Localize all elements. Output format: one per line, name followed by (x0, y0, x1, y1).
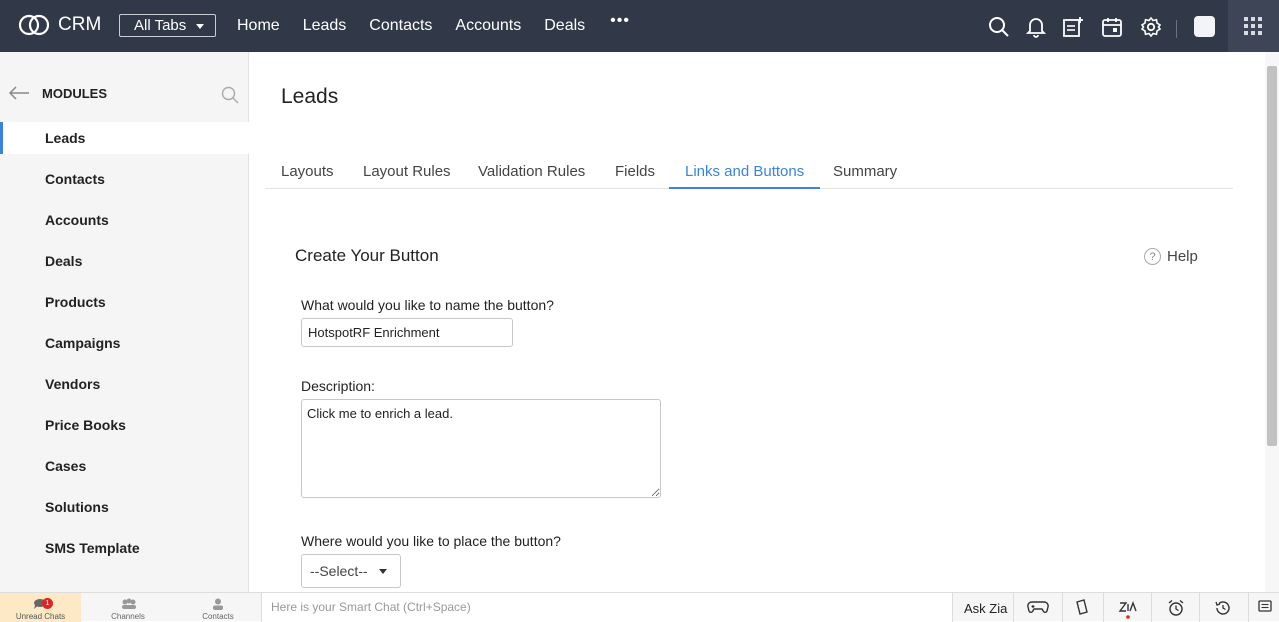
sidebar-header: MODULES (0, 78, 249, 108)
notes-icon[interactable] (1075, 599, 1089, 615)
module-tabs: Layouts Layout Rules Validation Rules Fi… (265, 155, 1233, 189)
sidebar-item-accounts[interactable]: Accounts (0, 204, 249, 236)
topbar-divider (1176, 20, 1177, 38)
page-title: Leads (281, 85, 339, 108)
sidebar-item-deals[interactable]: Deals (0, 245, 249, 277)
history-icon[interactable] (1214, 599, 1232, 617)
chevron-down-icon (196, 24, 205, 29)
tab-layouts[interactable]: Layouts (281, 163, 334, 189)
calendar-icon[interactable] (1101, 16, 1123, 38)
contact-person-icon (213, 598, 223, 610)
tab-layout-rules[interactable]: Layout Rules (363, 163, 451, 189)
nav-leads[interactable]: Leads (303, 17, 347, 35)
feedback-icon[interactable] (1258, 599, 1272, 613)
sidebar-item-vendors[interactable]: Vendors (0, 368, 249, 400)
top-navigation-bar: CRM All Tabs Home Leads Contacts Account… (0, 0, 1279, 52)
crm-logo[interactable]: CRM (18, 12, 101, 38)
nav-accounts[interactable]: Accounts (455, 17, 521, 35)
contacts-button[interactable]: Contacts (175, 593, 261, 622)
bottom-separator (1103, 593, 1104, 622)
apps-grid-button[interactable] (1228, 0, 1279, 52)
channels-icon (122, 598, 136, 609)
settings-gear-icon[interactable] (1140, 16, 1162, 38)
channels-button[interactable]: Channels (81, 593, 175, 622)
question-mark-icon: ? (1144, 248, 1161, 265)
button-name-input[interactable] (301, 318, 513, 347)
chevron-down-icon (379, 569, 387, 574)
back-arrow-icon[interactable] (8, 86, 30, 100)
game-controller-icon[interactable] (1027, 599, 1049, 615)
help-label: Help (1167, 248, 1198, 265)
more-tabs-button[interactable]: ••• (610, 13, 630, 35)
search-icon[interactable] (988, 16, 1010, 38)
notification-bell-icon[interactable] (1026, 16, 1046, 38)
sidebar-title: MODULES (42, 86, 107, 101)
placement-select[interactable]: --Select-- (301, 554, 401, 588)
bottom-separator (1199, 593, 1200, 622)
user-avatar[interactable] (1194, 16, 1215, 37)
nav-contacts[interactable]: Contacts (369, 17, 432, 35)
description-textarea[interactable]: Click me to enrich a lead. (301, 399, 661, 498)
vertical-scrollbar[interactable] (1265, 52, 1279, 592)
sidebar-item-leads[interactable]: Leads (0, 122, 249, 154)
channels-label: Channels (111, 612, 145, 621)
placement-selected-value: --Select-- (310, 563, 368, 579)
section-title: Create Your Button (295, 246, 439, 265)
sidebar-item-campaigns[interactable]: Campaigns (0, 327, 249, 359)
placement-label: Where would you like to place the button… (301, 533, 561, 549)
sidebar-item-solutions[interactable]: Solutions (0, 491, 249, 523)
add-task-icon[interactable] (1062, 16, 1084, 38)
crm-logo-icon (18, 14, 50, 36)
ask-zia-button[interactable]: Ask Zia (964, 601, 1007, 616)
smart-chat-input[interactable]: Here is your Smart Chat (Ctrl+Space) (261, 593, 953, 622)
sidebar-item-sms-template[interactable]: SMS Template (0, 532, 249, 564)
button-name-label: What would you like to name the button? (301, 297, 554, 313)
unread-chats-label: Unread Chats (15, 612, 66, 621)
tab-validation-rules[interactable]: Validation Rules (478, 163, 585, 189)
nav-home[interactable]: Home (237, 17, 280, 35)
sidebar-item-products[interactable]: Products (0, 286, 249, 318)
nav-deals[interactable]: Deals (544, 17, 585, 35)
scrollbar-thumb[interactable] (1267, 66, 1277, 446)
all-tabs-label: All Tabs (134, 17, 187, 34)
contacts-label: Contacts (202, 612, 234, 621)
sidebar-item-price-books[interactable]: Price Books (0, 409, 249, 441)
tab-summary[interactable]: Summary (833, 163, 897, 189)
description-label: Description: (301, 378, 375, 394)
main-nav: Home Leads Contacts Accounts Deals ••• (237, 13, 653, 35)
tab-links-and-buttons[interactable]: Links and Buttons (669, 163, 821, 189)
sidebar-item-cases[interactable]: Cases (0, 450, 249, 482)
bottom-bar: 1 Unread Chats Channels Contacts Here is… (0, 592, 1279, 622)
modules-sidebar: MODULES Leads Contacts Accounts Deals Pr… (0, 52, 249, 592)
alarm-clock-icon[interactable] (1167, 599, 1185, 617)
logo-text: CRM (58, 14, 102, 35)
tab-fields[interactable]: Fields (615, 163, 655, 189)
bottom-separator (1151, 593, 1152, 622)
bottom-separator (1248, 593, 1249, 622)
bottom-separator (1062, 593, 1063, 622)
search-icon[interactable] (221, 86, 239, 104)
sidebar-item-contacts[interactable]: Contacts (0, 163, 249, 195)
bottom-separator (1013, 593, 1014, 622)
unread-chats-button[interactable]: 1 Unread Chats (0, 593, 81, 622)
zia-icon[interactable] (1118, 599, 1138, 619)
help-link[interactable]: ? Help (1144, 248, 1198, 265)
all-tabs-dropdown[interactable]: All Tabs (119, 14, 216, 37)
apps-grid-icon (1244, 17, 1262, 35)
unread-count-badge: 1 (42, 598, 53, 609)
